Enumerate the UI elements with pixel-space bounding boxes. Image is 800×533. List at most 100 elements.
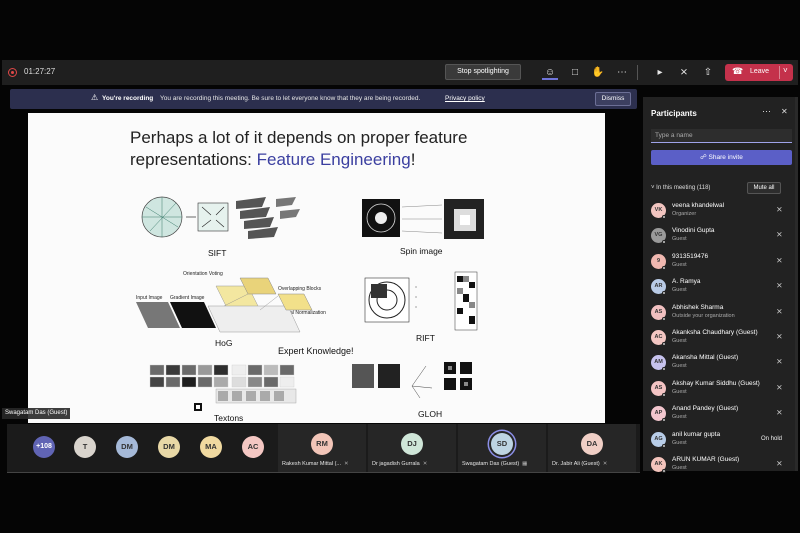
hog-orientation-text: Orientation Voting (183, 271, 223, 277)
presence-icon (662, 215, 666, 219)
participant-row[interactable]: VK veena khandelwal Organizer ⨯ (643, 199, 798, 224)
spin-image-figure (362, 199, 484, 239)
hog-gradient-text: Gradient Image (170, 295, 205, 301)
participant-row[interactable]: AG anil kumar gupta Guest On hold (643, 428, 798, 453)
svg-text:=: = (415, 305, 417, 309)
participant-role: Guest (672, 439, 687, 446)
participant-role: Guest (672, 261, 687, 268)
mic-muted-icon[interactable]: ⨯ (776, 230, 783, 239)
participant-avatar[interactable]: AC (242, 436, 264, 458)
participant-role: Guest (672, 236, 687, 243)
mic-muted-icon[interactable]: ⨯ (776, 408, 783, 417)
expert-knowledge-text: Expert Knowledge! (278, 346, 354, 356)
tile-name-row: Rakesh Kumar Mittal (... ⨯ (282, 461, 364, 467)
spotlight-icon: ▦ (522, 461, 528, 467)
share-icon: ☍ (700, 154, 709, 161)
participant-name: Vinodini Gupta (672, 227, 715, 235)
privacy-policy-link[interactable]: Privacy policy (445, 95, 485, 102)
participant-name: Akansha Mittal (Guest) (672, 354, 739, 362)
participant-avatar[interactable]: DM (158, 436, 180, 458)
presence-icon (662, 265, 666, 270)
participant-name: Anand Pandey (Guest) (672, 405, 739, 413)
participant-role: Guest (672, 464, 687, 471)
share-screen-icon[interactable]: ⇧ (700, 65, 716, 80)
participant-strip: +108 T DM DM MA AC RM Rakesh Kumar Mitta… (7, 424, 640, 473)
toolbar-divider (637, 65, 638, 80)
leave-button[interactable]: ☎ Leave ˅ (725, 64, 793, 81)
raise-hand-icon[interactable]: ✋ (590, 65, 606, 80)
in-meeting-header[interactable]: ˅ In this meeting (118) (651, 185, 710, 191)
share-invite-button[interactable]: ☍ Share invite (651, 150, 792, 165)
presence-icon (662, 443, 666, 448)
participant-role: Organizer (672, 211, 697, 217)
panel-more-options-icon[interactable]: ⋯ (762, 106, 771, 117)
participant-row[interactable]: AP Anand Pandey (Guest) Guest ⨯ (643, 402, 798, 427)
mic-muted-icon[interactable]: ⨯ (776, 357, 783, 366)
tile-name: Swagatam Das (Guest) (462, 461, 520, 467)
chat-icon[interactable]: □ (567, 65, 583, 80)
mic-muted-icon[interactable]: ⨯ (776, 459, 783, 468)
participant-status: On hold (761, 435, 783, 442)
tile-name: Rakesh Kumar Mittal (... (282, 461, 341, 467)
participants-icon[interactable]: ☺ (542, 65, 558, 80)
video-tile-speaking[interactable]: SD Swagatam Das (Guest) ▦ (458, 424, 546, 473)
hog-label: HoG (215, 338, 233, 348)
presence-icon (662, 291, 666, 296)
mute-all-button[interactable]: Mute all (747, 182, 781, 194)
dismiss-button[interactable]: Dismiss (595, 92, 631, 106)
gloh-label: GLOH (418, 409, 443, 419)
participant-role: Guest (672, 363, 687, 370)
panel-scrollbar[interactable] (795, 97, 798, 471)
camera-off-icon[interactable]: ▸ (652, 65, 668, 80)
close-icon[interactable]: ✕ (781, 107, 788, 116)
participant-search-input[interactable] (651, 129, 792, 143)
participant-row[interactable]: AM Akansha Mittal (Guest) Guest ⨯ (643, 351, 798, 376)
tile-name-row: Dr jagadish Gurrala ⨯ (372, 461, 454, 467)
presence-icon (662, 367, 666, 372)
mic-muted-icon[interactable]: ⨯ (776, 383, 783, 392)
video-tile[interactable]: DJ Dr jagadish Gurrala ⨯ (368, 424, 456, 473)
participant-role: Outside your organization (672, 312, 735, 319)
participant-name: 9313519476 (672, 252, 709, 260)
mic-muted-icon[interactable]: ⨯ (776, 256, 783, 265)
participant-role: Guest (672, 388, 687, 395)
participant-row[interactable]: VG Vinodini Gupta Guest ⨯ (643, 224, 798, 249)
gloh-figure (352, 362, 472, 399)
textons-label: Textons (214, 413, 244, 423)
sift-label: SIFT (208, 248, 227, 258)
slide-title-line-1: Perhaps a lot of it depends on proper fe… (130, 128, 468, 147)
mic-muted-icon[interactable]: ⨯ (776, 281, 783, 290)
presence-icon (662, 240, 666, 245)
video-tile[interactable]: DA Dr. Jabir Ali (Guest) ⨯ (548, 424, 636, 473)
more-options-icon[interactable]: ⋯ (614, 65, 630, 80)
hog-overlapping-text: Overlapping Blocks (278, 286, 322, 292)
mic-muted-icon[interactable]: ⨯ (776, 205, 783, 214)
tile-avatar: DJ (401, 433, 423, 455)
participant-role: Guest (672, 337, 687, 344)
participant-name: A. Ramya (672, 278, 701, 286)
stop-spotlighting-button[interactable]: Stop spotlighting (445, 64, 521, 80)
mic-muted-icon[interactable]: ⨯ (776, 307, 783, 316)
more-participants-avatar[interactable]: +108 (33, 436, 55, 458)
mic-muted-icon[interactable]: ⨯ (776, 332, 783, 341)
participant-row[interactable]: AS Akshay Kumar Siddhu (Guest) Guest ⨯ (643, 377, 798, 402)
tile-avatar: RM (311, 433, 333, 455)
meeting-toolbar: 01:27:27 Stop spotlighting ☺ □ ✋ ⋯ ▸ ⨯ ⇧… (2, 60, 798, 85)
participant-row[interactable]: 9 9313519476 Guest ⨯ (643, 250, 798, 275)
participant-row[interactable]: AS Abhishek Sharma Outside your organizati… (643, 301, 798, 326)
participant-row[interactable]: AC Akanksha Chaudhary (Guest) Guest ⨯ (643, 326, 798, 351)
participant-row[interactable]: AK ARUN KUMAR (Guest) Guest ⨯ (643, 453, 798, 478)
participant-avatar[interactable]: MA (200, 436, 222, 458)
participant-row[interactable]: AR A. Ramya Guest ⨯ (643, 275, 798, 300)
participants-panel: Participants ⋯ ✕ ☍ Share invite ˅ In thi… (643, 97, 798, 473)
spin-image-label: Spin image (400, 246, 443, 256)
strip-divider (7, 472, 640, 473)
video-tile[interactable]: RM Rakesh Kumar Mittal (... ⨯ (278, 424, 366, 473)
tile-name: Dr. Jabir Ali (Guest) (552, 461, 600, 467)
participant-avatar[interactable]: DM (116, 436, 138, 458)
tile-name: Dr jagadish Gurrala (372, 461, 420, 467)
participant-avatar[interactable]: T (74, 436, 96, 458)
participant-name: veena khandelwal (672, 202, 725, 209)
mic-muted-icon[interactable]: ⨯ (676, 65, 692, 80)
chevron-down-icon[interactable]: ˅ (779, 66, 788, 79)
